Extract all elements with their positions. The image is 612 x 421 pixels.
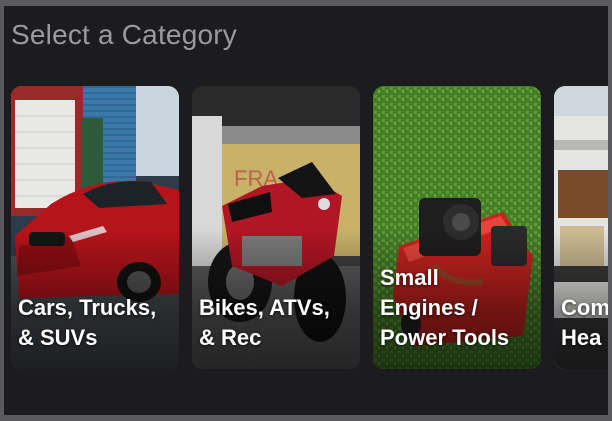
category-card-commercial[interactable]: Com Hea xyxy=(554,86,608,369)
category-card-bikes[interactable]: FRA Bikes, ATVs, & Rec xyxy=(192,86,360,369)
category-card-small-engines[interactable]: Small Engines / Power Tools xyxy=(373,86,541,369)
category-label: Bikes, ATVs, & Rec xyxy=(199,295,330,350)
category-label: Com Hea xyxy=(561,295,608,350)
category-card-cars[interactable]: Cars, Trucks, & SUVs xyxy=(11,86,179,369)
section-title: Select a Category xyxy=(11,19,237,50)
category-label: Small Engines / Power Tools xyxy=(380,265,510,350)
category-panel: Select a Category Cars, Trucks, & SUVs F… xyxy=(4,6,608,415)
category-label: Cars, Trucks, & SUVs xyxy=(18,295,157,350)
